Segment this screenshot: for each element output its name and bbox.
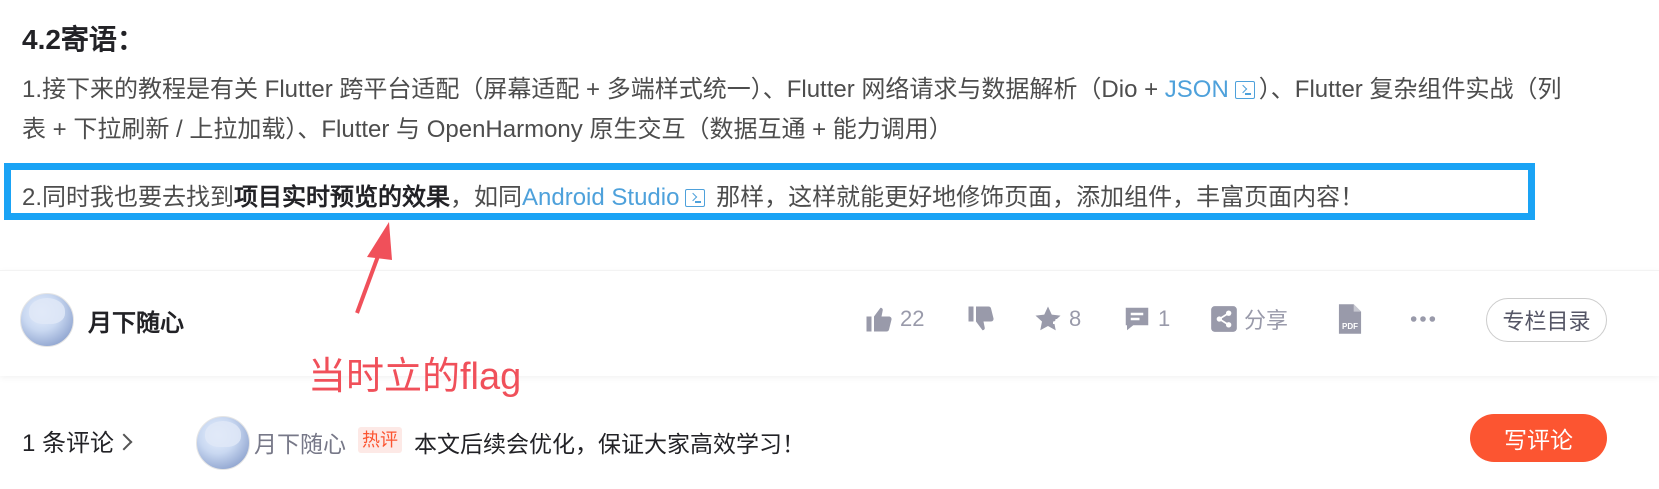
comment-count: 1	[1158, 306, 1171, 331]
paragraph-1: 1.接下来的教程是有关 Flutter 跨平台适配（屏幕适配 + 多端样式统一）…	[22, 70, 1582, 150]
external-link-icon	[1234, 81, 1255, 99]
comment-count-label: 1 条评论	[22, 430, 115, 457]
more-button[interactable]	[1409, 299, 1437, 339]
comments-bar: 1 条评论 月下随心 热评 本文后续会优化，保证大家高效学习！ 写评论	[0, 387, 1659, 489]
comment-button[interactable]: 1	[1122, 299, 1170, 339]
highlight-box	[4, 163, 1535, 220]
more-icon	[1410, 316, 1436, 322]
column-catalog-button[interactable]: 专栏目录	[1486, 298, 1607, 342]
author-name[interactable]: 月下随心	[88, 303, 184, 338]
dislike-button[interactable]	[966, 299, 996, 339]
favorite-button[interactable]: 8	[1033, 299, 1081, 339]
comment-count-link[interactable]: 1 条评论	[22, 423, 133, 458]
pdf-label: PDF	[1342, 322, 1358, 331]
star-icon	[1035, 306, 1061, 331]
like-count: 22	[900, 306, 925, 331]
author-avatar[interactable]	[20, 293, 74, 347]
annotation-note: 当时立的flag	[308, 356, 522, 398]
comment-icon	[1125, 307, 1149, 331]
chevron-right-icon	[115, 433, 133, 451]
thumbs-down-icon	[968, 306, 994, 331]
paragraph-1-text-a: 1.接下来的教程是有关 Flutter 跨平台适配（屏幕适配 + 多端样式统一）…	[22, 76, 1165, 103]
article-content: 4.2寄语： 1.接下来的教程是有关 Flutter 跨平台适配（屏幕适配 + …	[0, 0, 1659, 270]
pdf-icon: PDF	[1338, 304, 1362, 334]
section-heading: 4.2寄语：	[22, 24, 145, 55]
share-icon	[1211, 306, 1237, 332]
thumbs-up-icon	[866, 307, 892, 332]
share-button[interactable]: 分享	[1210, 299, 1288, 339]
json-link[interactable]: JSON	[1165, 76, 1229, 103]
like-button[interactable]: 22	[864, 299, 924, 339]
favorite-count: 8	[1069, 306, 1082, 331]
share-label: 分享	[1244, 308, 1289, 333]
commenter-name[interactable]: 月下随心	[254, 425, 346, 459]
comment-text[interactable]: 本文后续会优化，保证大家高效学习！	[414, 425, 805, 459]
write-comment-button[interactable]: 写评论	[1470, 414, 1607, 462]
hot-comment-badge: 热评	[358, 427, 402, 453]
commenter-avatar[interactable]	[196, 416, 250, 470]
article-toolbar: 月下随心 22 8 1 分享 PDF 专栏目录	[0, 270, 1659, 376]
pdf-button[interactable]: PDF	[1336, 299, 1364, 339]
